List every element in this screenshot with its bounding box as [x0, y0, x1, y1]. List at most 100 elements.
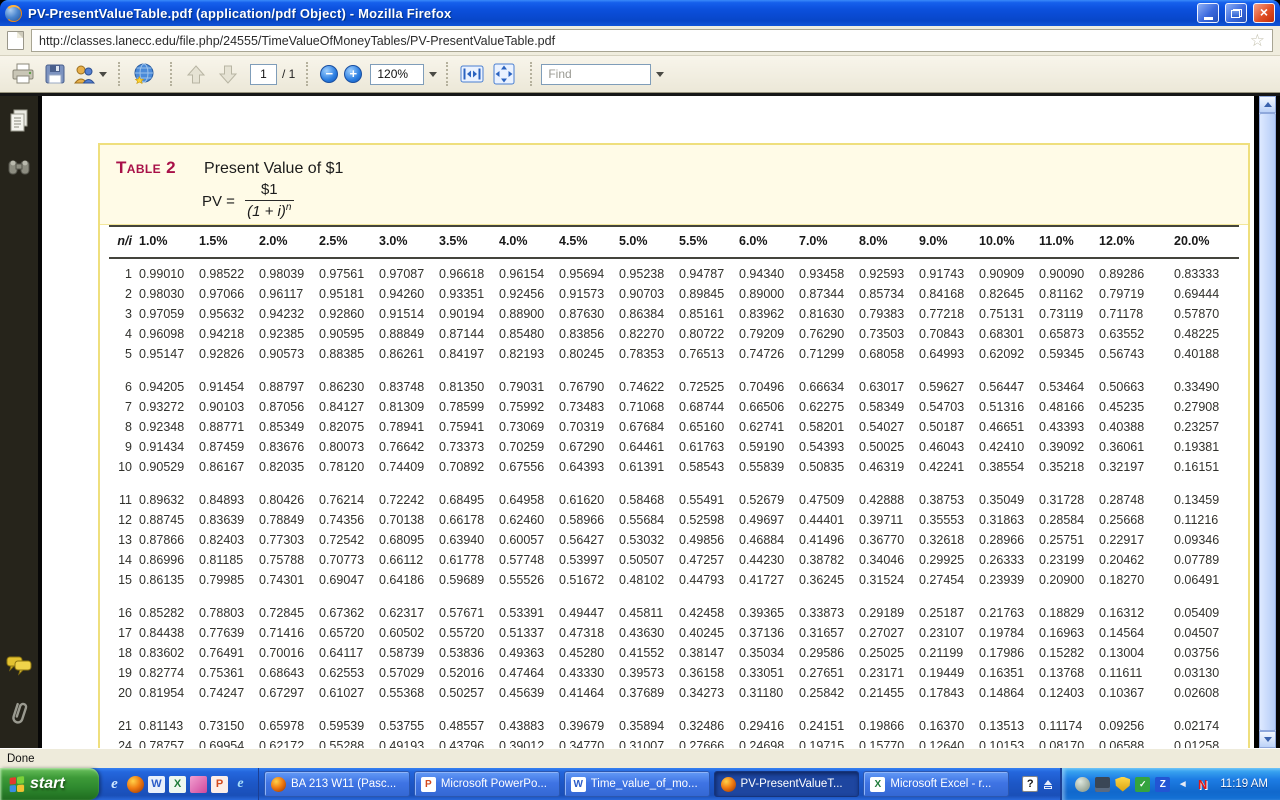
bookmark-star-icon[interactable]: ☆ [1250, 32, 1265, 49]
restore-icon [1231, 9, 1242, 18]
period-cell: 12 [109, 510, 139, 530]
restore-button[interactable] [1225, 3, 1247, 23]
address-bar[interactable]: http://classes.lanecc.edu/file.php/24555… [31, 29, 1273, 52]
taskbar-button-1[interactable]: BA 213 W11 (Pasc... [264, 771, 410, 797]
value-cell: 0.67556 [499, 457, 559, 477]
value-cell: 0.34273 [679, 683, 739, 703]
zoom-level-select[interactable]: 120% [370, 64, 424, 85]
pages-panel-icon[interactable] [8, 108, 30, 139]
toolbar-gripper [170, 62, 172, 86]
scrollbar-thumb[interactable] [1259, 113, 1276, 731]
find-input[interactable]: Find [541, 64, 651, 85]
people-icon [72, 63, 96, 85]
fit-page-button[interactable] [489, 60, 519, 88]
value-cell: 0.55684 [619, 510, 679, 530]
word-icon[interactable]: W [148, 776, 165, 793]
value-cell: 0.62275 [799, 397, 859, 417]
fit-width-button[interactable] [457, 60, 487, 88]
scroll-down-button[interactable] [1259, 731, 1276, 748]
start-button[interactable]: start [0, 768, 99, 800]
help-icon[interactable]: ? [1022, 776, 1038, 792]
firefox-icon [5, 5, 22, 22]
zonealarm-icon[interactable]: Z [1155, 777, 1170, 792]
value-cell: 0.84168 [919, 284, 979, 304]
web-capture-button[interactable] [129, 60, 159, 88]
value-cell: 0.58468 [619, 490, 679, 510]
value-cell: 0.49697 [739, 510, 799, 530]
security-shield-icon[interactable] [1115, 777, 1130, 792]
print-button[interactable] [8, 60, 38, 88]
scroll-up-button[interactable] [1259, 96, 1276, 113]
firefox-icon[interactable] [127, 776, 144, 793]
zoom-in-button[interactable]: + [344, 65, 362, 83]
previous-page-button[interactable] [181, 60, 211, 88]
value-cell: 0.71068 [619, 397, 679, 417]
vertical-scrollbar[interactable] [1259, 96, 1276, 748]
formula-fraction: $1 (1 + i)n [245, 182, 294, 221]
value-cell: 0.66112 [379, 550, 439, 570]
novell-icon[interactable]: N [1195, 777, 1210, 792]
powerpoint-icon[interactable]: P [211, 776, 228, 793]
zoom-dropdown-caret-icon[interactable] [429, 72, 437, 77]
email-collaborate-button[interactable] [72, 60, 107, 88]
keys-icon[interactable] [190, 776, 207, 793]
search-binoculars-icon[interactable] [7, 157, 31, 182]
value-cell: 0.16963 [1039, 623, 1099, 643]
table-row: 120.887450.836390.788490.743560.701380.6… [109, 510, 1239, 530]
taskbar-button-5[interactable]: XMicrosoft Excel - r... [863, 771, 1009, 797]
attachments-paperclip-icon[interactable] [7, 699, 31, 732]
window-title: PV-PresentValueTable.pdf (application/pd… [28, 6, 1191, 21]
period-cell: 7 [109, 397, 139, 417]
task-button-label: BA 213 W11 (Pasc... [291, 778, 396, 790]
value-cell: 0.02174 [1159, 716, 1239, 736]
volume-icon[interactable]: ◄ [1175, 777, 1190, 792]
taskbar-button-4[interactable]: PV-PresentValueT... [714, 771, 860, 797]
value-cell: 0.68058 [859, 344, 919, 364]
taskbar-button-2[interactable]: PMicrosoft PowerPo... [414, 771, 560, 797]
value-cell: 0.51672 [559, 570, 619, 590]
value-cell: 0.98522 [199, 264, 259, 284]
value-cell: 0.76491 [199, 643, 259, 663]
value-cell: 0.84197 [439, 344, 499, 364]
comments-panel-icon[interactable] [6, 654, 32, 681]
value-cell: 0.58739 [379, 643, 439, 663]
column-header: 2.5% [319, 231, 379, 251]
internet-explorer-icon[interactable]: e [106, 776, 123, 793]
value-cell: 0.66178 [439, 510, 499, 530]
excel-icon[interactable]: X [169, 776, 186, 793]
value-cell: 0.46884 [739, 530, 799, 550]
value-cell: 0.19715 [799, 736, 859, 748]
toolbar-chevron-icon[interactable] [1044, 780, 1052, 789]
value-cell: 0.11174 [1039, 716, 1099, 736]
table-header-row: n/i1.0%1.5%2.0%2.5%3.0%3.5%4.0%4.5%5.0%5… [109, 225, 1239, 259]
value-cell: 0.02608 [1159, 683, 1239, 703]
value-cell: 0.85282 [139, 603, 199, 623]
antivirus-icon[interactable]: ✓ [1135, 777, 1150, 792]
column-header: 3.5% [439, 231, 499, 251]
taskbar-button-3[interactable]: WTime_value_of_mo... [564, 771, 710, 797]
value-cell: 0.38782 [799, 550, 859, 570]
outlook-express-icon[interactable]: e [232, 776, 249, 793]
network-icon[interactable] [1095, 777, 1110, 792]
value-cell: 0.47257 [679, 550, 739, 570]
value-cell: 0.58543 [679, 457, 739, 477]
page-number-input[interactable]: 1 [250, 64, 277, 85]
close-button[interactable]: × [1253, 3, 1275, 23]
messenger-icon[interactable] [1075, 777, 1090, 792]
value-cell: 0.82193 [499, 344, 559, 364]
tray-icons: ✓ Z ◄ N [1075, 777, 1210, 792]
value-cell: 0.76290 [799, 324, 859, 344]
find-dropdown-caret-icon[interactable] [656, 72, 664, 77]
value-cell: 0.51337 [499, 623, 559, 643]
taskbar-clock[interactable]: 11:19 AM [1220, 778, 1268, 790]
column-header: 4.5% [559, 231, 619, 251]
value-cell: 0.42888 [859, 490, 919, 510]
value-cell: 0.57748 [499, 550, 559, 570]
value-cell: 0.25187 [919, 603, 979, 623]
next-page-button[interactable] [213, 60, 243, 88]
value-cell: 0.46651 [979, 417, 1039, 437]
value-cell: 0.85349 [259, 417, 319, 437]
minimize-button[interactable] [1197, 3, 1219, 23]
save-button[interactable] [40, 60, 70, 88]
zoom-out-button[interactable]: − [320, 65, 338, 83]
